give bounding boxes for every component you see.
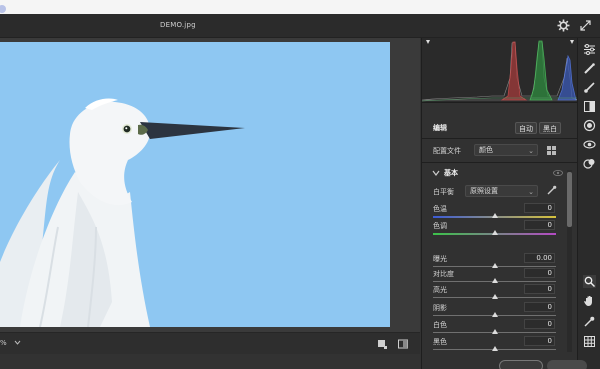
divider <box>422 162 578 163</box>
slider-track[interactable] <box>433 346 556 351</box>
slider-thumb[interactable] <box>491 213 498 218</box>
title-bar: DEMO.jpg <box>0 14 600 38</box>
histogram <box>422 38 578 103</box>
hand-icon[interactable] <box>583 294 596 307</box>
profile-value: 颜色 <box>479 146 493 154</box>
file-name: DEMO.jpg <box>160 21 196 29</box>
slider-value-field[interactable]: 0 <box>524 284 555 294</box>
slider-thumb[interactable] <box>491 278 498 283</box>
eyedropper-icon[interactable] <box>546 185 557 196</box>
cancel-button[interactable] <box>499 360 543 369</box>
slider-value-field[interactable]: 0 <box>524 302 555 312</box>
profile-label: 配置文件 <box>433 147 461 155</box>
single-view-icon[interactable] <box>376 338 388 350</box>
slider-thumb[interactable] <box>491 263 498 268</box>
slider-track[interactable] <box>433 230 556 235</box>
corner-mark-icon <box>0 5 6 13</box>
slider-value-field[interactable]: 0.00 <box>524 253 555 263</box>
slider-label: 曝光 <box>433 255 447 263</box>
slider-thumb[interactable] <box>491 312 498 317</box>
edit-title: 编辑 <box>433 124 447 132</box>
white-balance-value: 原照设置 <box>470 187 498 195</box>
top-strip <box>0 0 600 14</box>
divider <box>422 138 578 139</box>
tool-strip <box>577 38 600 369</box>
basic-title: 基本 <box>444 169 458 177</box>
slider-value-field[interactable]: 0 <box>524 220 555 230</box>
canvas-bottom-bar: % <box>0 332 420 354</box>
slider-track[interactable] <box>433 329 556 334</box>
done-button[interactable] <box>547 360 587 369</box>
expand-icon[interactable] <box>579 19 592 32</box>
profile-select[interactable]: 颜色 ⌄ <box>474 144 538 156</box>
eye-icon[interactable] <box>553 169 563 177</box>
radial-icon[interactable] <box>583 119 596 132</box>
auto-button[interactable]: 自动 <box>515 122 537 134</box>
slider-thumb[interactable] <box>491 230 498 235</box>
gradient-icon[interactable] <box>583 100 596 113</box>
photo-preview[interactable] <box>0 42 390 327</box>
black-white-button[interactable]: 黑白 <box>539 122 561 134</box>
heal-icon[interactable] <box>583 62 596 75</box>
slider-label: 白色 <box>433 321 447 329</box>
browse-profiles-icon[interactable] <box>546 145 557 156</box>
slider-label: 对比度 <box>433 270 454 278</box>
zoom-level[interactable]: % <box>0 339 7 347</box>
slider-track[interactable] <box>433 294 556 299</box>
white-balance-label: 白平衡 <box>433 188 454 196</box>
slider-value-field[interactable]: 0 <box>524 336 555 346</box>
chevron-down-icon: ⌄ <box>528 147 534 155</box>
slider-value-field[interactable]: 0 <box>524 203 555 213</box>
slider-track[interactable] <box>433 263 556 268</box>
brush-icon[interactable] <box>583 81 596 94</box>
slider-thumb[interactable] <box>491 346 498 351</box>
slider-label: 色温 <box>433 205 447 213</box>
sliders-icon[interactable] <box>583 43 596 56</box>
panel-scrollbar[interactable] <box>567 170 572 352</box>
slider-track[interactable] <box>433 213 556 218</box>
scrollbar-thumb[interactable] <box>567 172 572 227</box>
slider-thumb[interactable] <box>491 329 498 334</box>
slider-track[interactable] <box>433 312 556 317</box>
grid-icon[interactable] <box>583 335 596 348</box>
redeye-icon[interactable] <box>583 138 596 151</box>
slider-label: 高光 <box>433 286 447 294</box>
chevron-down-icon: ⌄ <box>528 188 534 196</box>
slider-label: 黑色 <box>433 338 447 346</box>
zoom-icon[interactable] <box>583 275 596 288</box>
app-window: DEMO.jpg % 编辑 自动 黑白 配置文件 颜色 ⌄ 基本 白平衡 原照设… <box>0 0 600 369</box>
color-sampler-icon[interactable] <box>583 315 596 328</box>
white-balance-select[interactable]: 原照设置 ⌄ <box>465 185 538 197</box>
slider-label: 色调 <box>433 222 447 230</box>
chevron-down-icon[interactable] <box>432 169 440 177</box>
presets-icon[interactable] <box>583 157 596 170</box>
slider-value-field[interactable]: 0 <box>524 319 555 329</box>
edit-panel: 编辑 自动 黑白 配置文件 颜色 ⌄ 基本 白平衡 原照设置 ⌄ 色温 0 色调 0 曝… <box>421 38 578 369</box>
slider-label: 阴影 <box>433 304 447 312</box>
slider-thumb[interactable] <box>491 294 498 299</box>
compare-view-icon[interactable] <box>397 338 409 350</box>
chevron-down-icon[interactable] <box>13 338 22 347</box>
slider-track[interactable] <box>433 278 556 283</box>
gear-icon[interactable] <box>557 19 570 32</box>
slider-value-field[interactable]: 0 <box>524 268 555 278</box>
